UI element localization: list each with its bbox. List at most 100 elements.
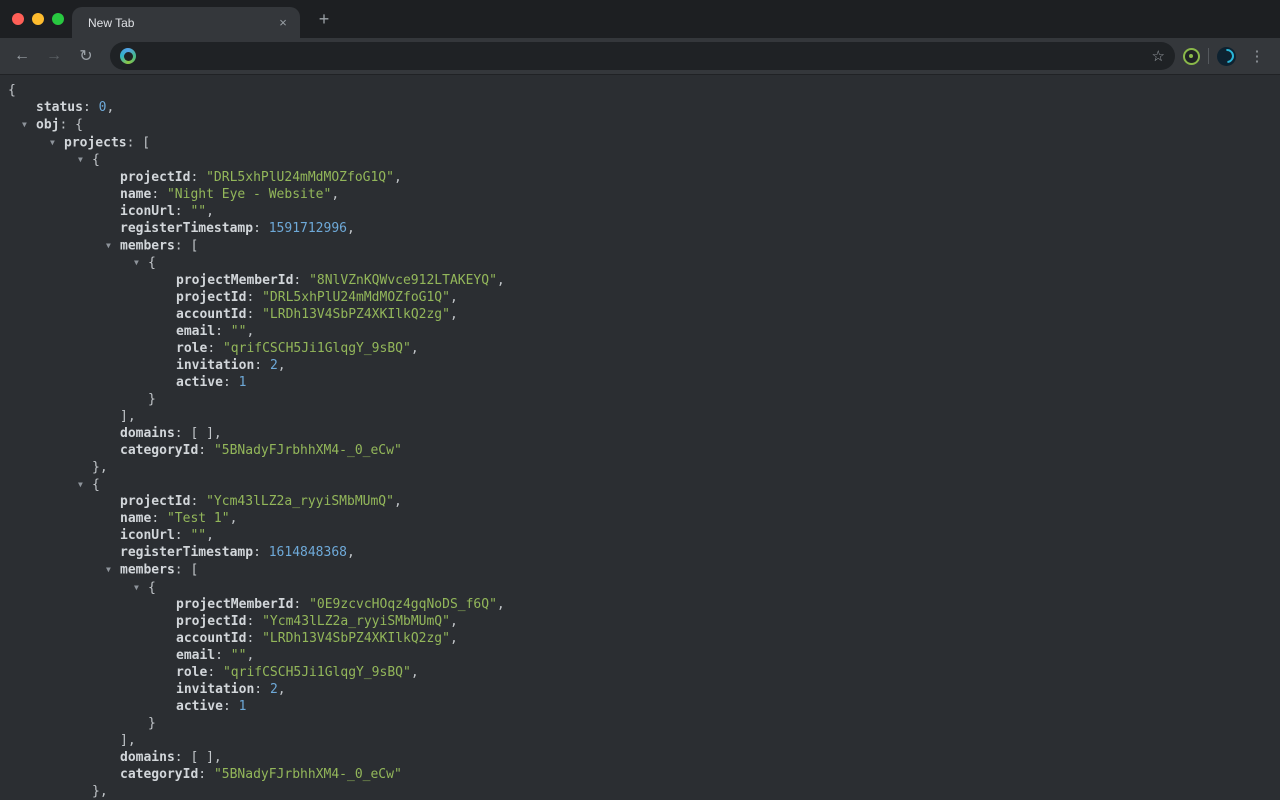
json-string: "5BNadyFJrbhhXM4-_0_eCw" [214,443,402,458]
collapse-toggle-icon[interactable]: ▼ [78,151,92,168]
json-punct: : { [59,118,82,133]
json-string: "qrifCSCH5Ji1GlqgY_9sBQ" [223,665,411,680]
json-line: name: "Test 1", [0,510,1280,527]
minimize-window-button[interactable] [32,13,44,25]
json-line: email: "", [0,647,1280,664]
json-punct: , [411,341,419,356]
json-punct: : [223,375,239,390]
address-input[interactable] [144,49,1144,64]
bookmark-star-icon[interactable]: ☆ [1152,47,1165,65]
json-key: projectMemberId [176,597,293,612]
json-key: projectId [120,494,190,509]
json-line: ▼{ [0,476,1280,494]
collapse-toggle-icon[interactable]: ▼ [50,134,64,151]
json-string: "Test 1" [167,511,230,526]
json-punct: , [347,545,355,560]
json-line: iconUrl: "", [0,203,1280,220]
json-line: registerTimestamp: 1614848368, [0,544,1280,561]
json-line: { [0,82,1280,99]
json-string: "" [231,648,247,663]
json-punct: : [ [127,135,150,150]
json-punct: : [246,631,262,646]
close-window-button[interactable] [12,13,24,25]
json-punct: : [215,648,231,663]
json-string: "0E9zcvcHOqz4gqNoDS_f6Q" [309,597,497,612]
extension-icon-green[interactable] [1183,48,1200,65]
collapse-toggle-icon[interactable]: ▼ [22,116,36,133]
json-key: invitation [176,358,254,373]
extension-icon-teal[interactable] [1217,47,1236,66]
json-key: categoryId [120,767,198,782]
json-line: ▼obj: { [0,116,1280,134]
page-favicon-icon [120,48,136,64]
json-punct: : [253,221,269,236]
collapse-toggle-icon[interactable]: ▼ [134,579,148,596]
json-punct: : [198,767,214,782]
json-punct: : [ ], [175,750,222,765]
json-key: email [176,648,215,663]
json-line: ▼members: [ [0,237,1280,255]
json-punct: : [175,528,191,543]
forward-button[interactable]: → [39,41,69,71]
browser-tab-new-tab[interactable]: New Tab × [72,7,300,38]
json-key: domains [120,750,175,765]
json-key: registerTimestamp [120,221,253,236]
json-string: "DRL5xhPlU24mMdMOZfoG1Q" [206,170,394,185]
navigation-toolbar: ← → ↻ ☆ ⋮ [0,38,1280,75]
json-line: ▼{ [0,579,1280,597]
json-punct: : [ [175,563,198,578]
json-key: role [176,665,207,680]
json-punct: : [190,170,206,185]
json-line: invitation: 2, [0,357,1280,374]
json-punct: ], [120,409,136,424]
back-button[interactable]: ← [7,41,37,71]
collapse-toggle-icon[interactable]: ▼ [106,237,120,254]
json-key: projectId [176,290,246,305]
json-punct: , [246,648,254,663]
extensions-separator [1208,48,1209,64]
json-punct: , [206,204,214,219]
json-line: projectId: "Ycm43lLZ2a_ryyiSMbMUmQ", [0,613,1280,630]
json-punct: : [ [175,238,198,253]
json-key: registerTimestamp [120,545,253,560]
collapse-toggle-icon[interactable]: ▼ [78,476,92,493]
json-punct: , [497,597,505,612]
tab-strip: New Tab × + [0,0,1280,38]
json-punct: , [411,665,419,680]
json-string: "" [190,204,206,219]
json-line: invitation: 2, [0,681,1280,698]
json-line: role: "qrifCSCH5Ji1GlqgY_9sBQ", [0,664,1280,681]
json-line: } [0,715,1280,732]
json-punct: : [83,100,99,115]
json-line: ], [0,732,1280,749]
json-key: accountId [176,631,246,646]
tab-close-icon[interactable]: × [274,14,292,32]
zoom-window-button[interactable] [52,13,64,25]
json-punct: : [198,443,214,458]
reload-button[interactable]: ↻ [71,41,101,71]
omnibox[interactable]: ☆ [110,42,1175,70]
json-key: domains [120,426,175,441]
json-string: "LRDh13V4SbPZ4XKIlkQ2zg" [262,307,450,322]
json-number: 1 [239,375,247,390]
json-punct: , [106,100,114,115]
json-number: 1 [239,699,247,714]
json-line: }, [0,783,1280,800]
json-key: name [120,187,151,202]
json-punct: , [206,528,214,543]
new-tab-button[interactable]: + [310,6,338,34]
json-line: ▼{ [0,254,1280,272]
browser-menu-icon[interactable]: ⋮ [1244,47,1270,65]
collapse-toggle-icon[interactable]: ▼ [134,254,148,271]
json-punct: : [ ], [175,426,222,441]
json-punct: : [254,358,270,373]
json-number: 1614848368 [269,545,347,560]
collapse-toggle-icon[interactable]: ▼ [106,561,120,578]
json-line: role: "qrifCSCH5Ji1GlqgY_9sBQ", [0,340,1280,357]
json-string: "qrifCSCH5Ji1GlqgY_9sBQ" [223,341,411,356]
json-string: "Ycm43lLZ2a_ryyiSMbMUmQ" [206,494,394,509]
json-line: ], [0,408,1280,425]
json-punct: : [246,307,262,322]
json-punct: : [175,204,191,219]
json-line: projectId: "DRL5xhPlU24mMdMOZfoG1Q", [0,289,1280,306]
